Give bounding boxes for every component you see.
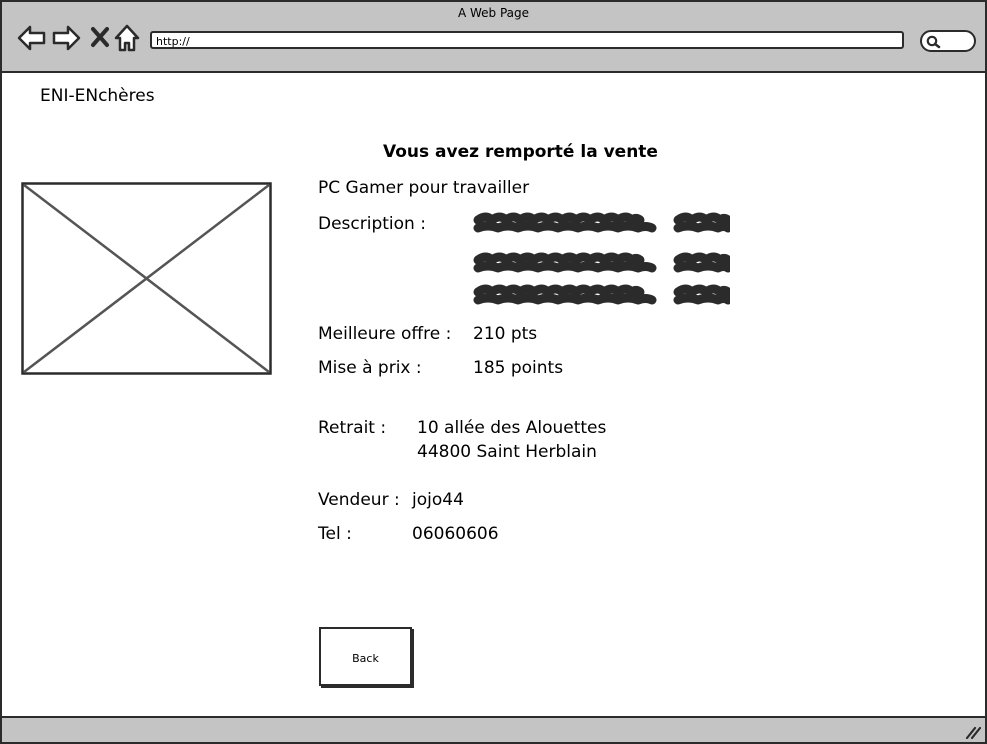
description-label: Description :	[318, 214, 426, 234]
best-offer-value: 210 pts	[473, 324, 538, 344]
site-name: ENI-ENchères	[40, 86, 155, 106]
description-text-placeholder	[472, 208, 733, 316]
seller-label: Vendeur :	[318, 490, 400, 510]
phone-value: 06060606	[412, 524, 499, 544]
pickup-address-line2: 44800 Saint Herblain	[417, 442, 597, 462]
pickup-address-line1: 10 allée des Alouettes	[417, 418, 607, 438]
window-title: A Web Page	[457, 6, 530, 20]
pickup-label: Retrait :	[318, 418, 387, 438]
start-price-value: 185 points	[473, 358, 564, 378]
address-bar[interactable]: http://	[150, 31, 904, 49]
item-title: PC Gamer pour travailler	[318, 178, 530, 198]
arrow-right-icon[interactable]	[50, 22, 82, 54]
back-button[interactable]: Back	[319, 627, 412, 686]
browser-toolbar: A Web Page http://	[2, 2, 985, 73]
image-placeholder-icon	[21, 182, 273, 380]
seller-value: jojo44	[412, 490, 464, 510]
arrow-left-icon[interactable]	[16, 22, 48, 54]
phone-label: Tel :	[318, 524, 352, 544]
home-icon[interactable]	[112, 22, 144, 54]
status-bar	[2, 716, 985, 742]
start-price-label: Mise à prix :	[318, 358, 422, 378]
page-title: Vous avez remporté la vente	[383, 142, 658, 162]
browser-window: A Web Page http:// ENI-ENchères Vous ave…	[0, 0, 987, 744]
search-field[interactable]	[920, 30, 976, 52]
resize-grip-icon[interactable]	[965, 725, 981, 739]
search-icon	[926, 35, 941, 49]
best-offer-label: Meilleure offre :	[318, 324, 452, 344]
